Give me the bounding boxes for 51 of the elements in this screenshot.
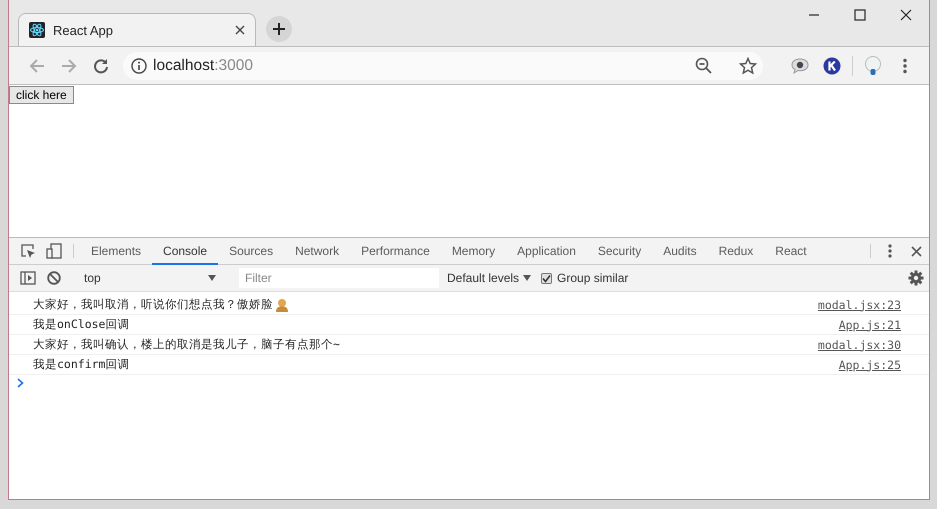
click-here-button[interactable]: click here bbox=[9, 86, 74, 104]
checkbox[interactable] bbox=[541, 272, 552, 284]
menu-icon[interactable] bbox=[903, 58, 907, 74]
devtools-tab[interactable]: Sources bbox=[218, 238, 284, 265]
maximize-icon[interactable] bbox=[854, 9, 866, 21]
source-link[interactable]: App.js:21 bbox=[838, 318, 901, 332]
plus-icon bbox=[272, 22, 286, 36]
sidebar-toggle-icon[interactable] bbox=[20, 271, 36, 285]
close-icon[interactable] bbox=[900, 9, 912, 21]
caret-icon bbox=[523, 275, 532, 281]
more-icon[interactable] bbox=[888, 244, 892, 258]
devtools-tab[interactable]: Performance bbox=[350, 238, 441, 265]
devtools-tab[interactable]: React bbox=[764, 238, 818, 265]
star-icon[interactable] bbox=[739, 56, 757, 74]
k-badge-icon[interactable] bbox=[823, 56, 841, 74]
close-icon[interactable] bbox=[910, 246, 922, 256]
source-link[interactable]: App.js:25 bbox=[838, 358, 901, 372]
speech-bubble-icon[interactable] bbox=[791, 58, 809, 74]
log-message: 大家好，我叫确认，楼上的取消是我儿子，脑子有点那个~ bbox=[33, 337, 340, 352]
tab-title: React App bbox=[53, 22, 114, 38]
log-message: 我是onClose回调 bbox=[33, 317, 130, 332]
log-message: 我是confirm回调 bbox=[33, 357, 130, 372]
log-message: 大家好，我叫取消，听说你们想点我？傲娇脸 bbox=[33, 297, 273, 312]
source-link[interactable]: modal.jsx:30 bbox=[818, 338, 901, 352]
filter-field[interactable]: Filter bbox=[239, 268, 439, 288]
new-tab-button[interactable] bbox=[266, 16, 292, 42]
inspect-icon[interactable] bbox=[20, 243, 36, 259]
prompt-chevron-icon bbox=[17, 378, 24, 388]
device-icon[interactable] bbox=[46, 243, 62, 259]
browser-tab[interactable]: React App bbox=[18, 13, 256, 46]
source-link[interactable]: modal.jsx:23 bbox=[818, 298, 901, 312]
devtools-tab[interactable]: Redux bbox=[708, 238, 764, 265]
devtools-tab[interactable]: Audits bbox=[652, 238, 708, 265]
devtools-tab[interactable]: Network bbox=[284, 238, 350, 265]
levels-dropdown[interactable]: Default levels bbox=[447, 271, 532, 285]
address-bar[interactable]: localhost:3000 bbox=[123, 52, 763, 80]
zoom-out-icon[interactable] bbox=[695, 56, 713, 74]
info-icon bbox=[131, 58, 147, 74]
checkbox-label: Group similar bbox=[557, 271, 628, 285]
caret-icon bbox=[208, 275, 216, 281]
reload-icon[interactable] bbox=[93, 58, 109, 74]
atom-icon bbox=[29, 22, 45, 38]
close-icon[interactable] bbox=[235, 25, 245, 35]
clear-icon[interactable] bbox=[47, 271, 61, 285]
url-text: localhost:3000 bbox=[153, 56, 253, 74]
devtools-tab[interactable]: Application bbox=[506, 238, 587, 265]
settings-icon[interactable] bbox=[908, 270, 924, 286]
devtools-tab[interactable]: Elements bbox=[80, 238, 152, 265]
devtools-tab[interactable]: Security bbox=[586, 238, 652, 265]
context-select[interactable]: top bbox=[80, 271, 222, 285]
devtools-tab[interactable]: Memory bbox=[440, 238, 506, 265]
